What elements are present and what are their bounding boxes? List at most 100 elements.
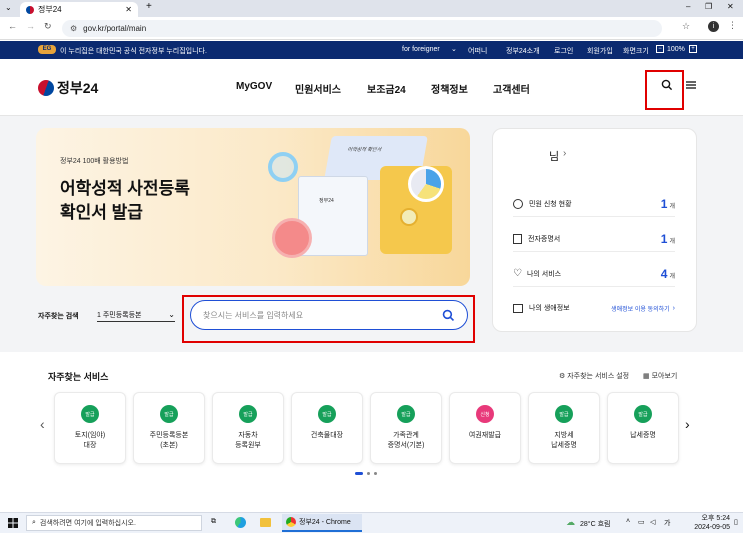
site-logo[interactable]: 정부24: [38, 78, 98, 98]
zoom-out-button[interactable]: −: [656, 45, 664, 53]
service-card[interactable]: 발급 납세증명: [607, 392, 679, 464]
service-label: 주민등록등본 (초본): [149, 432, 189, 449]
user-row-applications[interactable]: 민원 신청 현황 1개: [513, 191, 675, 217]
service-card[interactable]: 발급토지(임야) 대장: [54, 392, 126, 464]
about-link[interactable]: 정부24소개: [506, 46, 540, 56]
pagination-dot[interactable]: [374, 472, 377, 475]
service-card[interactable]: 발급 건축물대장: [291, 392, 363, 464]
gov-notice-strip: EG 이 누리집은 대한민국 공식 전자정부 누리집입니다. for forei…: [0, 41, 743, 59]
nav-mygov[interactable]: MyGOV: [236, 81, 272, 92]
person-circle-icon: [513, 198, 523, 209]
user-row-label: 나의 서비스: [526, 270, 562, 278]
site-header: 정부24 MyGOV 민원서비스 보조금24 정책정보 고객센터: [0, 59, 743, 116]
menu-kebab-icon[interactable]: ⋮: [728, 20, 737, 31]
service-card[interactable]: 발급 가족관계 증명서(기본): [370, 392, 442, 464]
tray-speaker-icon[interactable]: ◁: [650, 518, 655, 526]
weather-icon: ☁: [566, 517, 575, 527]
service-card[interactable]: 발급주민등록등본 (초본): [133, 392, 205, 464]
tray-chevron-icon[interactable]: ˄: [626, 518, 630, 525]
services-settings-label: 자주찾는 서비스 설정: [567, 373, 630, 380]
service-label: 여권재발급: [468, 432, 502, 439]
login-link[interactable]: 로그인: [554, 46, 573, 56]
service-label: 자동차 등록원부: [235, 432, 261, 449]
service-card[interactable]: 발급 자동차 등록원부: [212, 392, 284, 464]
back-icon[interactable]: ←: [8, 21, 17, 31]
active-window-title: 정부24 - Chrome: [299, 519, 351, 526]
chevron-down-icon: ⌄: [168, 310, 175, 319]
carousel-prev-icon[interactable]: ‹: [40, 416, 45, 432]
taskbar-search-input[interactable]: ⌕ 검색하려면 여기에 입력하십시오.: [26, 515, 202, 531]
browser-tab[interactable]: 정부24 ✕: [20, 2, 138, 17]
task-view-icon[interactable]: ⧉: [211, 518, 216, 526]
site-info-icon[interactable]: ⚙: [70, 24, 77, 33]
for-foreigner-link[interactable]: for foreigner: [402, 46, 440, 53]
tray-ime-icon[interactable]: 가: [664, 518, 670, 528]
frequent-services-section: 자주찾는 서비스 ⚙ 자주찾는 서비스 설정 ▦ 모아보기 ‹ › 발급 토지(임…: [0, 352, 743, 512]
service-card[interactable]: 발급 지방세 납세증명: [528, 392, 600, 464]
user-row-my-services[interactable]: ♡ 나의 서비스 4개: [513, 261, 675, 287]
egov-logo-icon: EG: [38, 45, 56, 54]
view-all-link[interactable]: ▦ 모아보기: [643, 371, 677, 381]
carousel-next-icon[interactable]: ›: [685, 416, 690, 432]
user-greeting[interactable]: 님: [549, 148, 559, 164]
file-explorer-icon[interactable]: [260, 518, 271, 527]
notification-icon[interactable]: ▯: [734, 518, 738, 526]
signup-link[interactable]: 회원가입: [587, 46, 613, 56]
user-row-life-info[interactable]: 나의 생애정보 생애정보 이용 동의하기 ›: [513, 295, 675, 321]
new-tab-button[interactable]: +: [146, 1, 152, 12]
nav-policy-info[interactable]: 정책정보: [431, 81, 468, 96]
tab-list-icon[interactable]: ⌄: [5, 3, 12, 12]
gear-icon: ⚙: [559, 373, 566, 380]
minimize-icon[interactable]: –: [686, 2, 690, 11]
nav-subsidy24[interactable]: 보조금24: [367, 81, 406, 96]
user-panel: 님 › 민원 신청 현황 1개 전자증명서 1개 ♡ 나의 서비스 4개 나의 …: [492, 128, 697, 332]
user-row-e-certificates[interactable]: 전자증명서 1개: [513, 226, 675, 252]
edge-icon[interactable]: [235, 517, 246, 528]
tab-title: 정부24: [38, 5, 62, 14]
pagination-dot[interactable]: [367, 472, 370, 475]
service-card[interactable]: 신청여권재발급: [449, 392, 521, 464]
font-size-label: 화면크기: [623, 48, 649, 55]
service-badge-icon: 발급: [634, 405, 652, 423]
frequent-search-value: 1 주민등록등본: [97, 311, 142, 319]
promo-banner[interactable]: 정부24 100배 활용방법 어학성적 사전등록 확인서 발급 어학성적 확인서…: [36, 128, 470, 286]
service-badge-icon: 발급: [160, 405, 178, 423]
service-badge-icon: 발급: [555, 405, 573, 423]
reload-icon[interactable]: ↻: [44, 21, 52, 32]
life-info-consent-link[interactable]: 생애정보 이용 동의하기: [611, 304, 670, 313]
clock-date: 2024-09-05: [694, 524, 730, 531]
user-row-label: 민원 신청 현황: [529, 200, 572, 208]
taskbar-chrome-window[interactable]: 정부24 - Chrome: [282, 514, 362, 532]
url-input[interactable]: ⚙ gov.kr/portal/main: [62, 20, 662, 37]
windows-start-icon[interactable]: [8, 518, 18, 530]
search-icon: ⌕: [32, 519, 36, 526]
windows-taskbar: ⌕ 검색하려면 여기에 입력하십시오. ⧉ 정부24 - Chrome ☁ 28…: [0, 512, 743, 533]
view-all-label: 모아보기: [651, 373, 678, 380]
close-window-icon[interactable]: ✕: [727, 2, 734, 11]
profile-icon[interactable]: i: [708, 21, 719, 32]
maximize-icon[interactable]: ❐: [705, 2, 712, 11]
chevron-right-icon[interactable]: ›: [563, 148, 566, 159]
hamburger-menu-icon[interactable]: [685, 78, 697, 96]
topstrip-link-1[interactable]: 어떠니: [468, 46, 487, 56]
weather-text[interactable]: 28°C 흐림: [580, 519, 610, 529]
service-label: 토지(임야) 대장: [74, 432, 106, 449]
close-tab-icon[interactable]: ✕: [125, 5, 132, 14]
nav-customer-center[interactable]: 고객센터: [493, 81, 530, 96]
bookmark-star-icon[interactable]: ☆: [682, 21, 690, 32]
taskbar-clock[interactable]: 오후 5:24 2024-09-05: [680, 514, 730, 532]
banner-kicker: 정부24 100배 활용방법: [60, 158, 129, 165]
service-badge-icon: 신청: [476, 405, 494, 423]
carousel-pagination: [355, 472, 377, 475]
service-badge-icon: 발급: [81, 405, 99, 423]
zoom-in-button[interactable]: +: [689, 45, 697, 53]
banner-title-line2: 확인서 발급: [60, 203, 143, 222]
forward-icon[interactable]: →: [26, 21, 35, 31]
nav-civil-services[interactable]: 민원서비스: [295, 81, 341, 96]
pagination-dot-active[interactable]: [355, 472, 363, 475]
frequent-search-select[interactable]: 1 주민등록등본 ⌄: [97, 308, 175, 322]
service-label: 가족관계 증명서(기본): [387, 432, 425, 449]
services-settings-link[interactable]: ⚙ 자주찾는 서비스 설정: [559, 371, 629, 381]
tray-network-icon[interactable]: ▭: [638, 518, 645, 526]
user-row-unit: 개: [669, 273, 675, 280]
